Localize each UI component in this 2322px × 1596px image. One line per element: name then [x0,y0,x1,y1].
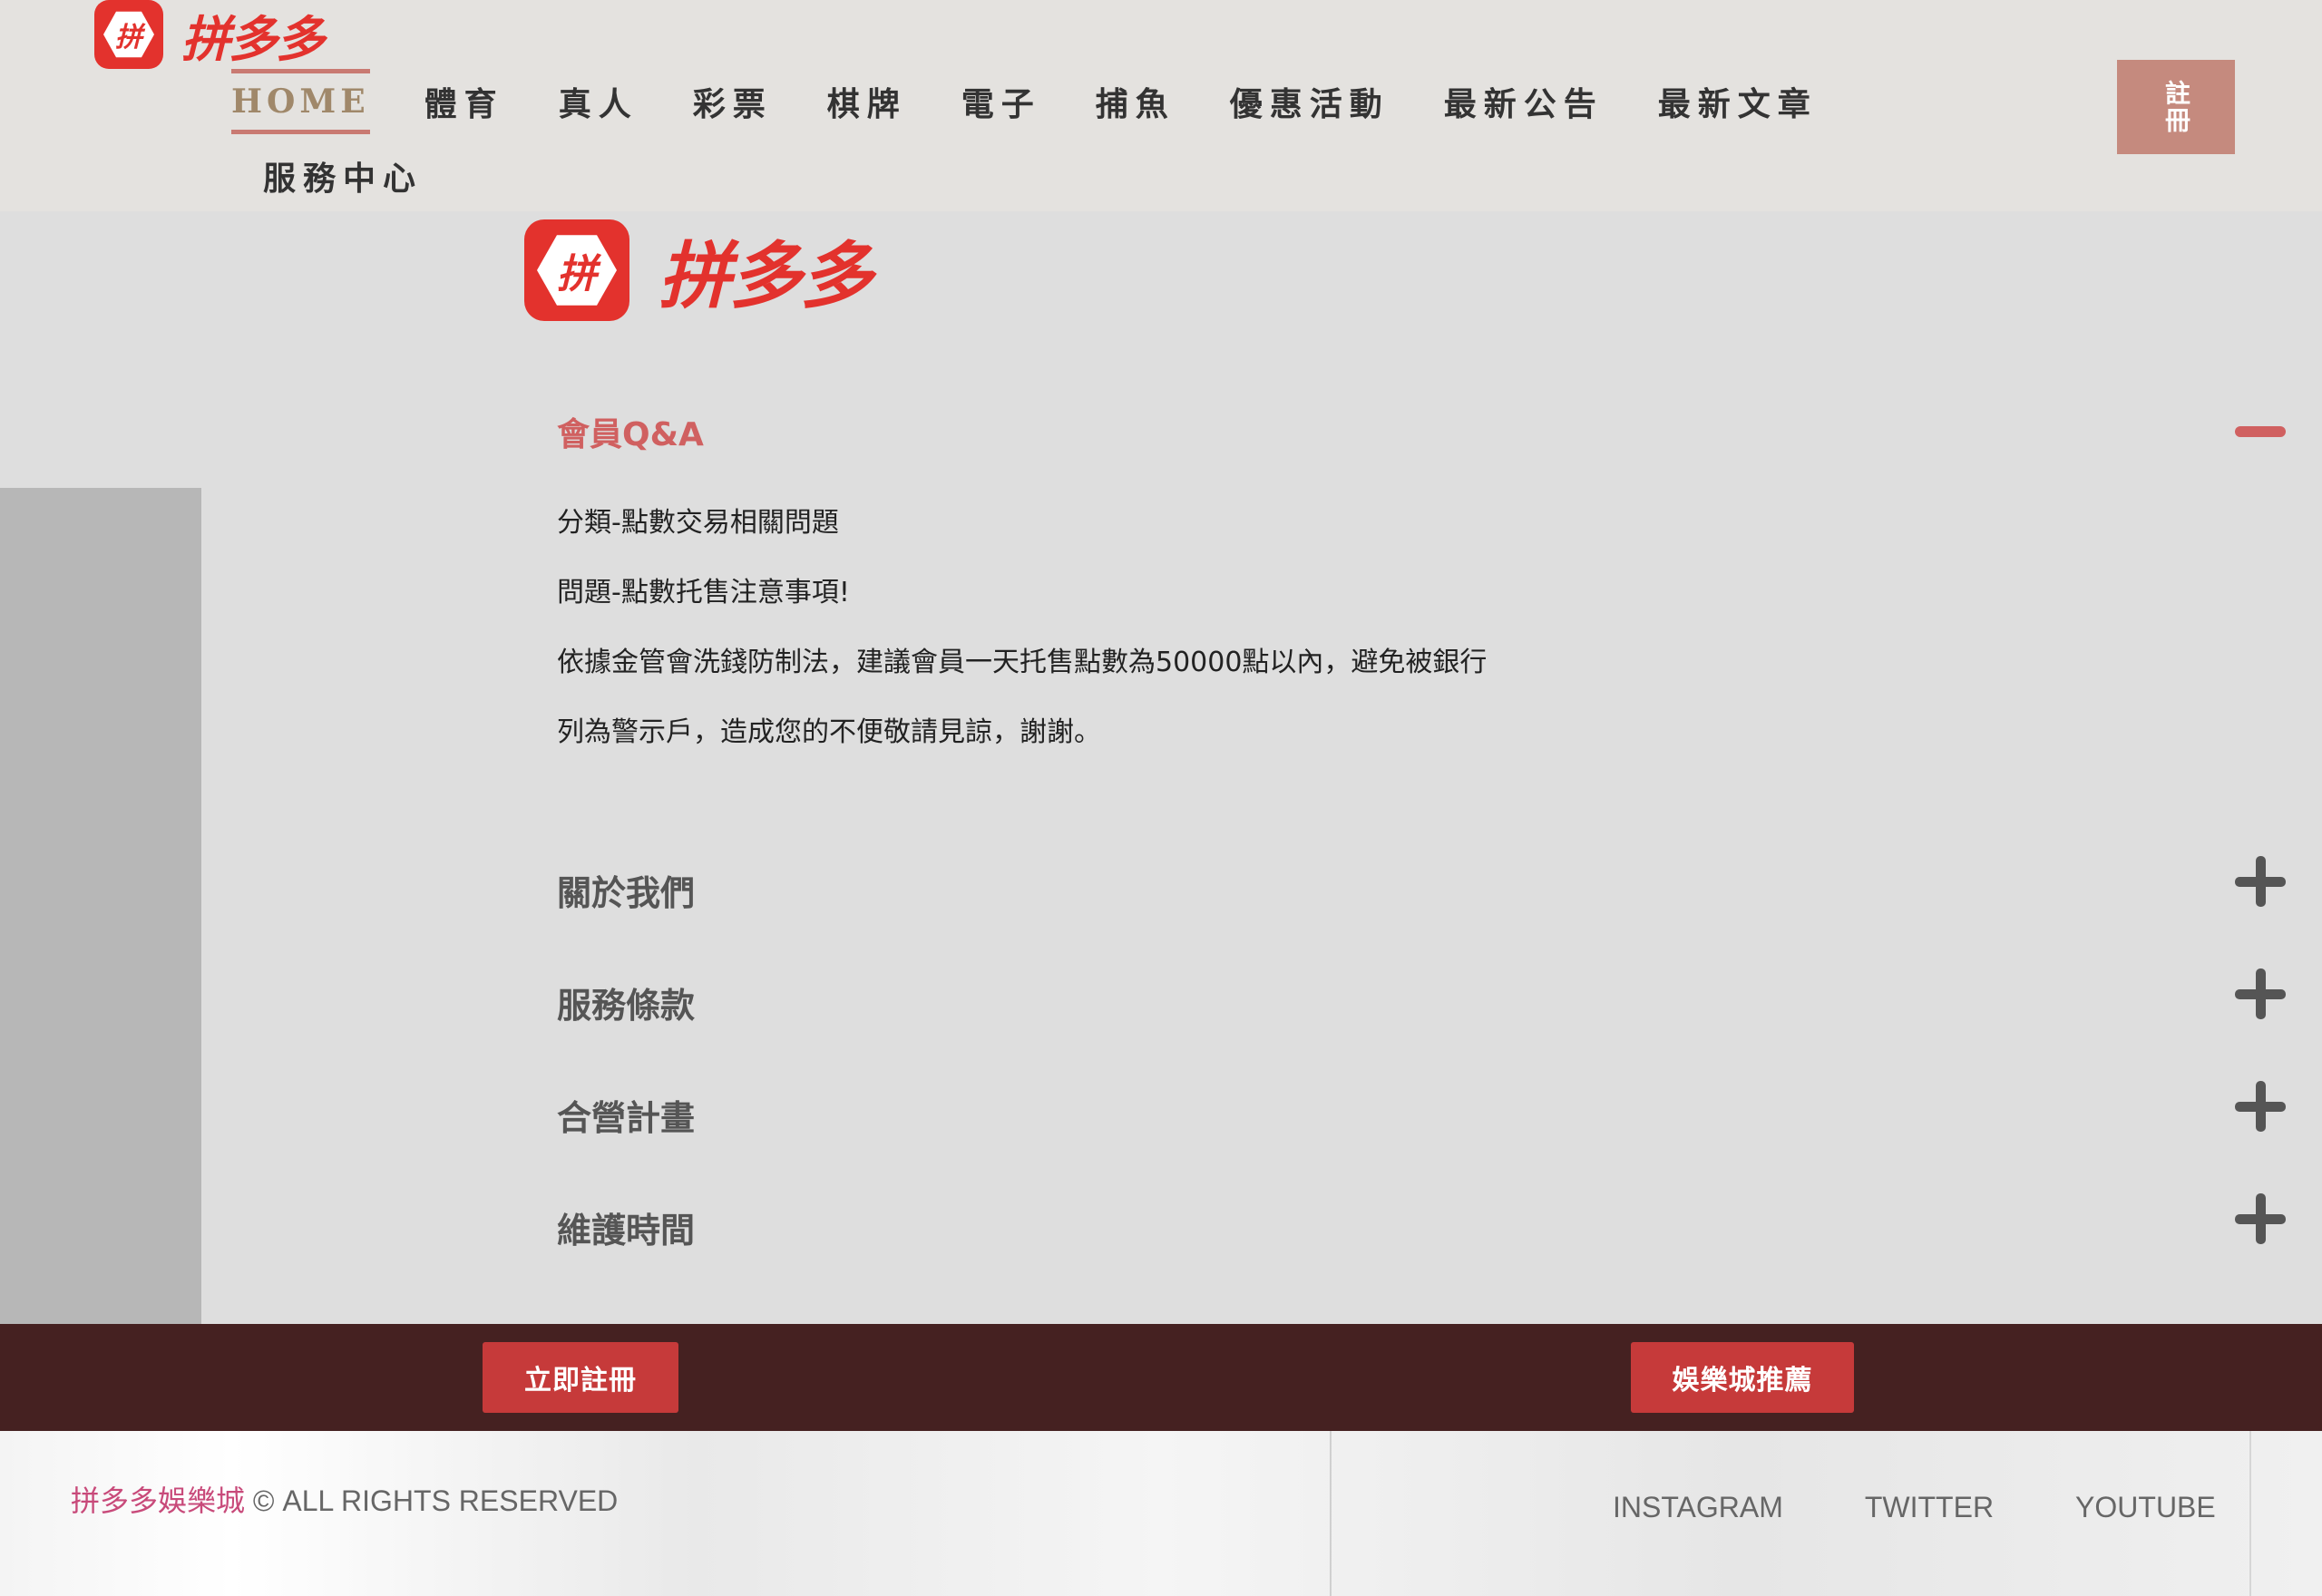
faq-question[interactable]: 維護時間 [557,1202,695,1252]
footer: 拼多多娛樂城 © ALL RIGHTS RESERVED INSTAGRAM T… [0,1431,2322,1596]
copyright-text: © ALL RIGHTS RESERVED [245,1484,619,1517]
copyright-site[interactable]: 拼多多娛樂城 [71,1484,245,1517]
logo-text: 拼多多 [181,10,325,68]
nav-home[interactable]: HOME [231,69,370,134]
faq-title-member-qa[interactable]: 會員Q&A [557,408,704,455]
expand-plus-icon[interactable] [2235,1081,2286,1132]
youtube-link[interactable]: YOUTUBE [2075,1491,2216,1524]
nav-articles[interactable]: 最新文章 [1658,78,1818,125]
nav-fishing[interactable]: 捕魚 [1096,78,1176,125]
answer-line: 依據金管會洗錢防制法，建議會員一天托售點數為50000點以內，避免被銀行 [557,647,1488,678]
faq-question[interactable]: 服務條款 [557,978,695,1027]
header: 拼 拼多多 HOME 體育 真人 彩票 棋牌 電子 捕魚 優惠活動 最新公告 最… [0,0,2322,211]
twitter-link[interactable]: TWITTER [1865,1491,1994,1524]
main-nav: HOME 體育 真人 彩票 棋牌 電子 捕魚 優惠活動 最新公告 最新文章 [231,65,1810,138]
answer-line: 列為警示戶，造成您的不便敬請見諒，謝謝。 [557,716,1101,748]
answer-line: 問題-點數托售注意事項! [557,577,850,608]
logo-glyph: 拼 [115,22,142,54]
logo-glyph: 拼 [557,251,597,297]
logo-text: 拼多多 [659,234,873,318]
nav-service-center[interactable]: 服務中心 [263,161,423,198]
nav-cards[interactable]: 棋牌 [827,78,907,125]
logo-icon: 拼 [94,0,163,69]
nav-lottery[interactable]: 彩票 [693,78,773,125]
nav-announcements[interactable]: 最新公告 [1444,78,1604,125]
faq-item-about[interactable]: 關於我們 [557,856,2298,929]
footer-divider [2249,1431,2251,1596]
collapse-minus-icon[interactable] [2235,426,2286,437]
faq-item-maintenance[interactable]: 維護時間 [557,1193,2298,1266]
register-now-button[interactable]: 立即註冊 [483,1342,678,1413]
faq-item-partnership[interactable]: 合營計畫 [557,1081,2298,1153]
cta-bar: 立即註冊 娛樂城推薦 [0,1324,2322,1431]
nav-sports[interactable]: 體育 [424,78,504,125]
header-logo[interactable]: 拼 拼多多 [94,0,325,69]
expand-plus-icon[interactable] [2235,856,2286,907]
faq-item-terms[interactable]: 服務條款 [557,968,2298,1041]
instagram-link[interactable]: INSTAGRAM [1613,1491,1783,1524]
nav-live[interactable]: 真人 [559,78,639,125]
casino-recommend-button[interactable]: 娛樂城推薦 [1631,1342,1854,1413]
nav-promotions[interactable]: 優惠活動 [1230,78,1390,125]
copyright: 拼多多娛樂城 © ALL RIGHTS RESERVED [71,1478,618,1520]
expand-plus-icon[interactable] [2235,1193,2286,1244]
logo-icon: 拼 [524,219,629,321]
content-logo: 拼 拼多多 [524,218,873,323]
expand-plus-icon[interactable] [2235,968,2286,1019]
faq-question[interactable]: 關於我們 [557,865,695,915]
answer-line: 分類-點數交易相關問題 [557,507,839,539]
faq-question[interactable]: 合營計畫 [557,1090,695,1140]
nav-electronic[interactable]: 電子 [961,78,1041,125]
footer-divider [1330,1431,1332,1596]
side-panel [0,488,201,1324]
social-links: INSTAGRAM TWITTER YOUTUBE [1613,1491,2216,1524]
faq-answer: 分類-點數交易相關問題 問題-點數托售注意事項! 依據金管會洗錢防制法，建議會員… [557,510,1487,789]
register-button[interactable]: 註冊 [2117,60,2235,154]
